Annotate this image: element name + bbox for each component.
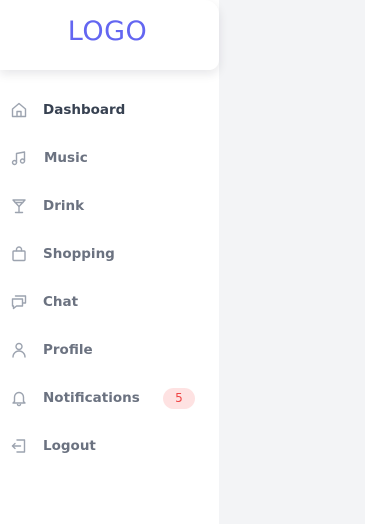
nav-item-profile[interactable]: Profile bbox=[0, 326, 219, 374]
logo-bar: LOGO bbox=[0, 0, 219, 70]
nav-item-notifications[interactable]: Notifications 5 bbox=[0, 374, 219, 422]
bell-icon bbox=[10, 389, 28, 407]
nav-label-notifications: Notifications bbox=[43, 390, 140, 406]
nav-item-drink[interactable]: Drink bbox=[0, 182, 219, 230]
notifications-count-badge: 5 bbox=[163, 388, 195, 409]
shopping-bag-icon bbox=[10, 245, 28, 263]
nav-label-music: Music bbox=[44, 150, 88, 166]
nav-label-shopping: Shopping bbox=[43, 246, 115, 262]
user-icon bbox=[10, 341, 28, 359]
nav-label-dashboard: Dashboard bbox=[43, 102, 126, 118]
nav-label-drink: Drink bbox=[43, 198, 85, 214]
sidebar-nav: Dashboard Music Drink Shopping Chat Prof… bbox=[0, 86, 219, 470]
nav-item-chat[interactable]: Chat bbox=[0, 278, 219, 326]
logo[interactable]: LOGO bbox=[0, 17, 215, 47]
app: LOGO Dashboard Music Drink Shopping Chat… bbox=[0, 0, 365, 524]
nav-item-dashboard[interactable]: Dashboard bbox=[0, 86, 219, 134]
home-icon bbox=[10, 101, 28, 119]
music-note-icon bbox=[10, 149, 28, 167]
sidebar: LOGO Dashboard Music Drink Shopping Chat… bbox=[0, 0, 219, 524]
chat-bubbles-icon bbox=[10, 293, 28, 311]
cocktail-glass-icon bbox=[10, 197, 28, 215]
nav-label-profile: Profile bbox=[43, 342, 93, 358]
nav-item-shopping[interactable]: Shopping bbox=[0, 230, 219, 278]
nav-item-logout[interactable]: Logout bbox=[0, 422, 219, 470]
nav-label-logout: Logout bbox=[43, 438, 96, 454]
nav-item-music[interactable]: Music bbox=[0, 134, 219, 182]
logout-icon bbox=[10, 437, 28, 455]
nav-label-chat: Chat bbox=[43, 294, 79, 310]
